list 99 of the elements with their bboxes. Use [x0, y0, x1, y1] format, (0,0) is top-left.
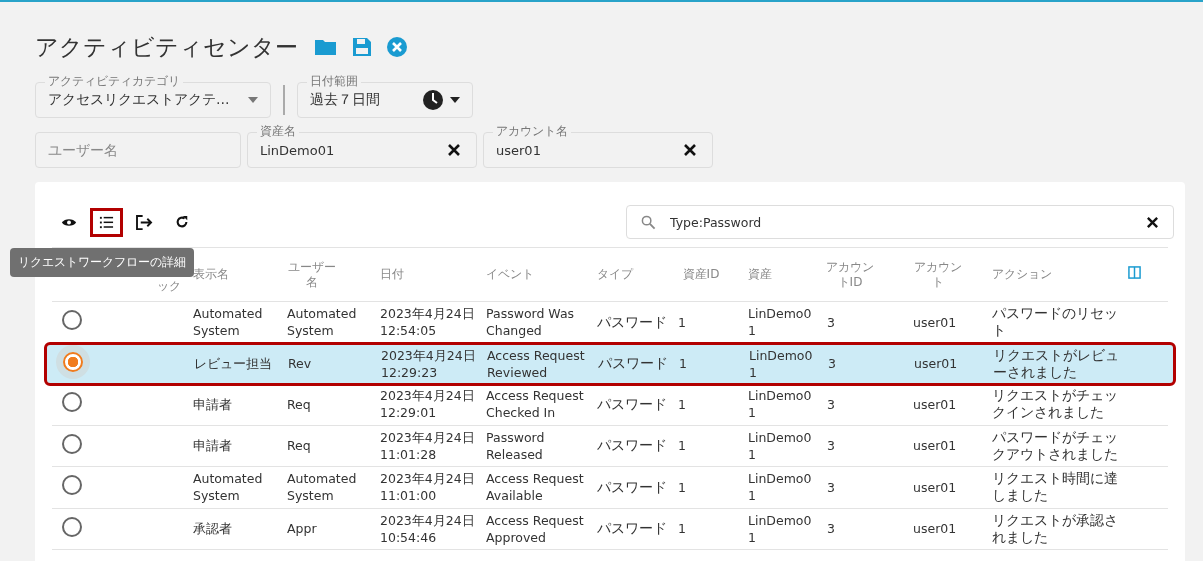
radio-button[interactable]: [62, 516, 82, 537]
table-row[interactable]: 承認者 Appr 2023年4月24日 10:54:46 Access Request Approved パスワード 1 LinDemo01 3 user01 リクエストが承認されました: [52, 508, 1168, 550]
table-cell: Access Request Reviewed: [487, 347, 585, 380]
field-label: アカウント名: [493, 124, 571, 138]
search-field[interactable]: Type:Password: [626, 205, 1174, 239]
column-header[interactable]: 資産ID: [676, 267, 726, 282]
table-cell: Req: [287, 396, 311, 412]
table-cell: Automated System: [287, 471, 357, 504]
table-cell: 申請者: [193, 396, 232, 412]
table-cell: レビュー担当: [194, 356, 272, 372]
field-label: 日付範囲: [307, 74, 361, 88]
column-header[interactable]: タイプ: [597, 267, 676, 282]
table-cell: Req: [287, 438, 311, 454]
table-cell: user01: [913, 314, 957, 330]
radio-button[interactable]: [62, 475, 82, 496]
table-cell: パスワード: [598, 355, 668, 372]
table-cell: 2023年4月24日 11:01:28: [380, 429, 475, 462]
table-cell: Access Request Checked In: [486, 388, 584, 421]
table-cell: 3: [827, 396, 835, 412]
table-cell: 1: [678, 314, 686, 330]
clock-icon[interactable]: [422, 89, 444, 111]
table-row[interactable]: 申請者 Req 2023年4月24日 12:29:01 Access Request Checked In パスワード 1 LinDemo01 3 user01 リクエストがチェックインされました: [52, 384, 1168, 426]
table-cell: 承認者: [193, 521, 232, 537]
clear-icon[interactable]: [1146, 215, 1159, 229]
column-header[interactable]: アカウント: [913, 259, 963, 290]
table-cell: user01: [914, 356, 958, 372]
table-cell: 1: [678, 521, 686, 537]
page-title: アクティビティセンター: [35, 32, 298, 62]
column-header[interactable]: 日付: [380, 267, 486, 282]
table-cell: リクエストが承認されました: [992, 511, 1118, 545]
column-header[interactable]: アクション: [992, 267, 1128, 282]
table-cell: Access Request Available: [486, 471, 584, 504]
table-cell: LinDemo01: [749, 347, 813, 380]
table-row[interactable]: 申請者 Req 2023年4月24日 11:01:28 Password Released パスワード 1 LinDemo01 3 user01 パスワードがチェックアウトされました: [52, 425, 1168, 467]
field-label: アクティビティカテゴリ: [45, 74, 183, 88]
table-cell: 1: [678, 438, 686, 454]
radio-button[interactable]: [62, 310, 82, 331]
list-icon[interactable]: [90, 207, 123, 237]
table-cell: パスワードのリセット: [992, 305, 1118, 339]
table-cell: user01: [913, 396, 957, 412]
table-cell: Automated System: [193, 471, 263, 504]
table-cell: 3: [828, 356, 836, 372]
radio-button[interactable]: [62, 392, 82, 413]
table-cell: 3: [827, 438, 835, 454]
clear-icon[interactable]: [447, 143, 461, 157]
input-field[interactable]: ユーザー名: [35, 132, 241, 168]
table-cell: LinDemo01: [748, 388, 812, 421]
table-cell: 1: [678, 396, 686, 412]
table-cell: user01: [913, 479, 957, 495]
column-header[interactable]: 資産: [748, 267, 825, 282]
table-cell: 3: [827, 314, 835, 330]
tooltip: リクエストワークフローの詳細: [10, 248, 194, 277]
table-cell: LinDemo01: [748, 512, 812, 545]
search-icon: [641, 214, 656, 230]
close-icon[interactable]: [386, 36, 408, 58]
table-cell: Password Released: [486, 429, 545, 462]
table-cell: Password Was Changed: [486, 306, 575, 339]
table-cell: Access Request Approved: [486, 512, 584, 545]
table-cell: Rev: [288, 356, 312, 372]
table-cell: パスワード: [597, 520, 667, 537]
table-cell: パスワード: [597, 478, 667, 495]
table-cell: 2023年4月24日 10:54:46: [380, 512, 475, 545]
table-cell: Automated System: [287, 306, 357, 339]
table-cell: リクエストがレビューされました: [993, 346, 1119, 380]
table-cell: LinDemo01: [748, 471, 812, 504]
column-header[interactable]: アカウントID: [825, 259, 875, 290]
column-header[interactable]: ユーザー名: [287, 259, 337, 290]
table-cell: パスワードがチェックアウトされました: [992, 428, 1118, 462]
table-cell: Automated System: [193, 306, 263, 339]
clear-icon[interactable]: [683, 143, 697, 157]
caret-icon[interactable]: [450, 97, 460, 103]
table-cell: リクエストがチェックインされました: [992, 387, 1118, 421]
table-cell: 1: [679, 356, 687, 372]
table-cell: 2023年4月24日 12:29:01: [380, 388, 475, 421]
table-cell: LinDemo01: [748, 429, 812, 462]
table-cell: 2023年4月24日 12:54:05: [380, 306, 475, 339]
radio-button[interactable]: [62, 433, 82, 454]
table-cell: 2023年4月24日 12:29:23: [381, 347, 476, 380]
table-cell: 3: [827, 479, 835, 495]
table-cell: パスワード: [597, 313, 667, 330]
table-cell: Appr: [287, 521, 317, 537]
column-header[interactable]: 表示名: [193, 267, 287, 282]
table-cell: 2023年4月24日 11:01:00: [380, 471, 475, 504]
table-cell: リクエスト時間に達しました: [992, 470, 1118, 504]
table-row[interactable]: Automated System Automated System 2023年4月24日 11:01:00 Access Request Available パスワード 1 LinDemo01 3 user01 リクエスト時間に達しました: [52, 467, 1168, 509]
table-cell: user01: [913, 438, 957, 454]
table-cell: パスワード: [597, 395, 667, 412]
columns-icon[interactable]: [1128, 266, 1141, 279]
table-cell: user01: [913, 521, 957, 537]
save-icon[interactable]: [352, 37, 372, 57]
table-row[interactable]: レビュー担当 Rev 2023年4月24日 12:29:23 Access Request Reviewed パスワード 1 LinDemo01 3 user01 リクエストがレビューされました: [46, 343, 1174, 384]
table-cell: 3: [827, 521, 835, 537]
table-cell: パスワード: [597, 437, 667, 454]
field-label: 資産名: [257, 124, 299, 138]
table-cell: 申請者: [193, 438, 232, 454]
table-cell: LinDemo01: [748, 306, 812, 339]
table-cell: 1: [678, 479, 686, 495]
folder-icon[interactable]: [314, 37, 338, 57]
column-header[interactable]: イベント: [486, 267, 597, 282]
